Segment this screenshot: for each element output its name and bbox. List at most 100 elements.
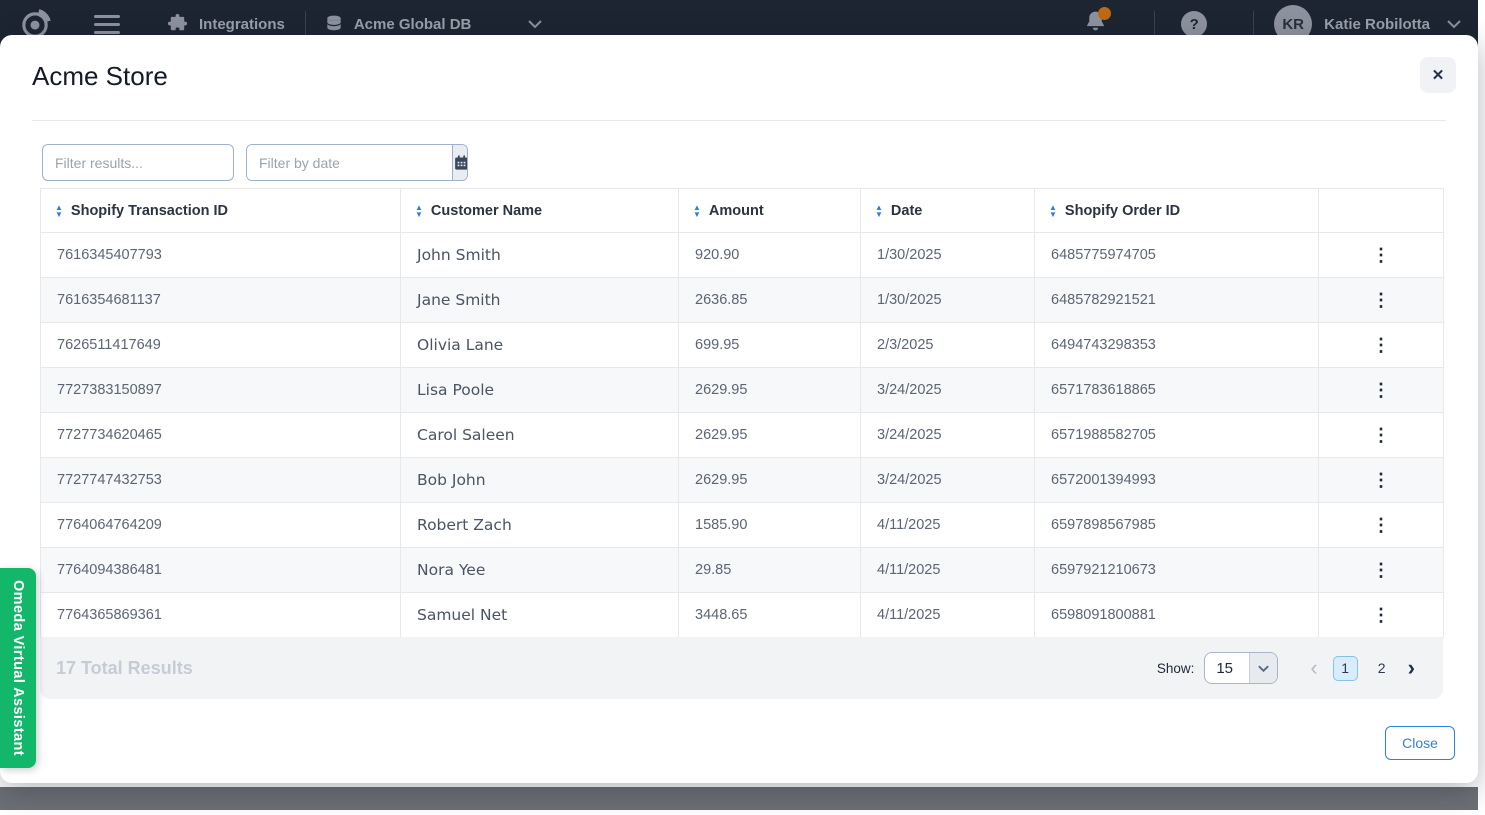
column-header-customer-name[interactable]: ▲▼ Customer Name <box>401 189 679 233</box>
nav-integrations-label: Integrations <box>199 16 285 33</box>
cell-customer-name: Carol Saleen <box>401 413 679 458</box>
page-backdrop <box>0 787 1478 810</box>
cell-customer-name: Samuel Net <box>401 593 679 638</box>
filter-results-input[interactable] <box>42 144 234 181</box>
page-size-select[interactable]: 15 <box>1204 652 1278 684</box>
cell-amount: 1585.90 <box>679 503 861 548</box>
nav-integrations[interactable]: Integrations <box>166 13 285 36</box>
cell-transaction-id: 7727747432753 <box>41 458 401 503</box>
table-row: 7626511417649 Olivia Lane 699.95 2/3/202… <box>41 323 1444 368</box>
cell-transaction-id: 7616354681137 <box>41 278 401 323</box>
cell-order-id: 6494743298353 <box>1035 323 1319 368</box>
calendar-button[interactable] <box>452 145 468 180</box>
virtual-assistant-label: Omeda Virtual Assistant <box>10 580 26 756</box>
filter-date-input[interactable] <box>247 145 452 180</box>
sort-icon: ▲▼ <box>1049 204 1057 218</box>
cell-amount: 3448.65 <box>679 593 861 638</box>
virtual-assistant-tab[interactable]: Omeda Virtual Assistant <box>0 568 36 768</box>
table-row: 7727734620465 Carol Saleen 2629.95 3/24/… <box>41 413 1444 458</box>
calendar-icon <box>453 154 468 171</box>
cell-amount: 2636.85 <box>679 278 861 323</box>
table-row: 7616354681137 Jane Smith 2636.85 1/30/20… <box>41 278 1444 323</box>
cell-date: 1/30/2025 <box>861 233 1035 278</box>
acme-store-modal: Acme Store ✕ <box>0 35 1478 783</box>
row-menu-button[interactable]: ⋮ <box>1362 512 1400 538</box>
cell-transaction-id: 7727734620465 <box>41 413 401 458</box>
row-menu-button[interactable]: ⋮ <box>1362 602 1400 628</box>
previous-page-button[interactable]: ‹ <box>1308 657 1319 679</box>
cell-date: 3/24/2025 <box>861 413 1035 458</box>
user-name: Katie Robilotta <box>1324 16 1430 33</box>
column-header-actions <box>1319 189 1444 233</box>
cell-date: 3/24/2025 <box>861 458 1035 503</box>
cell-date: 4/11/2025 <box>861 548 1035 593</box>
cell-order-id: 6597898567985 <box>1035 503 1319 548</box>
row-menu-button[interactable]: ⋮ <box>1362 377 1400 403</box>
cell-date: 4/11/2025 <box>861 593 1035 638</box>
close-button[interactable]: Close <box>1385 726 1455 760</box>
chevron-down-icon <box>1249 653 1277 683</box>
topbar-divider <box>305 11 306 37</box>
sort-icon: ▲▼ <box>55 204 63 218</box>
cell-customer-name: Olivia Lane <box>401 323 679 368</box>
next-page-button[interactable]: › <box>1406 657 1417 679</box>
database-selector[interactable]: Acme Global DB <box>324 14 544 34</box>
page-button-2[interactable]: 2 <box>1371 656 1393 681</box>
filter-bar <box>42 144 468 181</box>
cell-order-id: 6571783618865 <box>1035 368 1319 413</box>
table-footer: 17 Total Results Show: 15 ‹ 1 2 › <box>40 637 1443 699</box>
total-results-label: 17 Total Results <box>56 658 193 679</box>
column-header-date[interactable]: ▲▼ Date <box>861 189 1035 233</box>
row-menu-button[interactable]: ⋮ <box>1362 332 1400 358</box>
table-row: 7764064764209 Robert Zach 1585.90 4/11/2… <box>41 503 1444 548</box>
cell-transaction-id: 7764094386481 <box>41 548 401 593</box>
modal-close-icon[interactable]: ✕ <box>1420 57 1456 93</box>
cell-order-id: 6485775974705 <box>1035 233 1319 278</box>
menu-icon[interactable] <box>94 15 120 34</box>
cell-transaction-id: 7626511417649 <box>41 323 401 368</box>
row-menu-button[interactable]: ⋮ <box>1362 557 1400 583</box>
column-label: Date <box>891 203 922 219</box>
row-menu-button[interactable]: ⋮ <box>1362 287 1400 313</box>
cell-date: 1/30/2025 <box>861 278 1035 323</box>
cell-order-id: 6485782921521 <box>1035 278 1319 323</box>
database-icon <box>324 14 344 34</box>
cell-order-id: 6571988582705 <box>1035 413 1319 458</box>
column-label: Shopify Order ID <box>1065 203 1180 219</box>
row-menu-button[interactable]: ⋮ <box>1362 422 1400 448</box>
modal-title: Acme Store <box>32 61 168 92</box>
row-menu-button[interactable]: ⋮ <box>1362 242 1400 268</box>
notification-dot <box>1098 7 1111 20</box>
cell-amount: 2629.95 <box>679 368 861 413</box>
sort-icon: ▲▼ <box>875 204 883 218</box>
cell-date: 2/3/2025 <box>861 323 1035 368</box>
row-menu-button[interactable]: ⋮ <box>1362 467 1400 493</box>
table-row: 7764094386481 Nora Yee 29.85 4/11/2025 6… <box>41 548 1444 593</box>
sort-icon: ▲▼ <box>415 204 423 218</box>
table-row: 7727747432753 Bob John 2629.95 3/24/2025… <box>41 458 1444 503</box>
column-header-order-id[interactable]: ▲▼ Shopify Order ID <box>1035 189 1319 233</box>
cell-amount: 920.90 <box>679 233 861 278</box>
modal-divider <box>32 120 1446 121</box>
cell-order-id: 6572001394993 <box>1035 458 1319 503</box>
cell-transaction-id: 7764064764209 <box>41 503 401 548</box>
cell-customer-name: Robert Zach <box>401 503 679 548</box>
page-button-1[interactable]: 1 <box>1333 656 1358 681</box>
table-row: 7727383150897 Lisa Poole 2629.95 3/24/20… <box>41 368 1444 413</box>
filter-date-field <box>246 144 468 181</box>
column-header-transaction-id[interactable]: ▲▼ Shopify Transaction ID <box>41 189 401 233</box>
cell-date: 4/11/2025 <box>861 503 1035 548</box>
cell-amount: 2629.95 <box>679 413 861 458</box>
cell-amount: 699.95 <box>679 323 861 368</box>
column-header-amount[interactable]: ▲▼ Amount <box>679 189 861 233</box>
table-header-row: ▲▼ Shopify Transaction ID ▲▼ Customer Na… <box>41 189 1444 233</box>
column-label: Amount <box>709 203 764 219</box>
chevron-down-icon <box>527 19 543 29</box>
table-body: 7616345407793 John Smith 920.90 1/30/202… <box>41 233 1444 638</box>
cell-transaction-id: 7727383150897 <box>41 368 401 413</box>
help-button[interactable]: ? <box>1181 11 1207 37</box>
topbar-divider <box>1154 11 1155 37</box>
cell-customer-name: Jane Smith <box>401 278 679 323</box>
chevron-down-icon[interactable] <box>1446 19 1462 29</box>
show-label: Show: <box>1157 661 1195 676</box>
